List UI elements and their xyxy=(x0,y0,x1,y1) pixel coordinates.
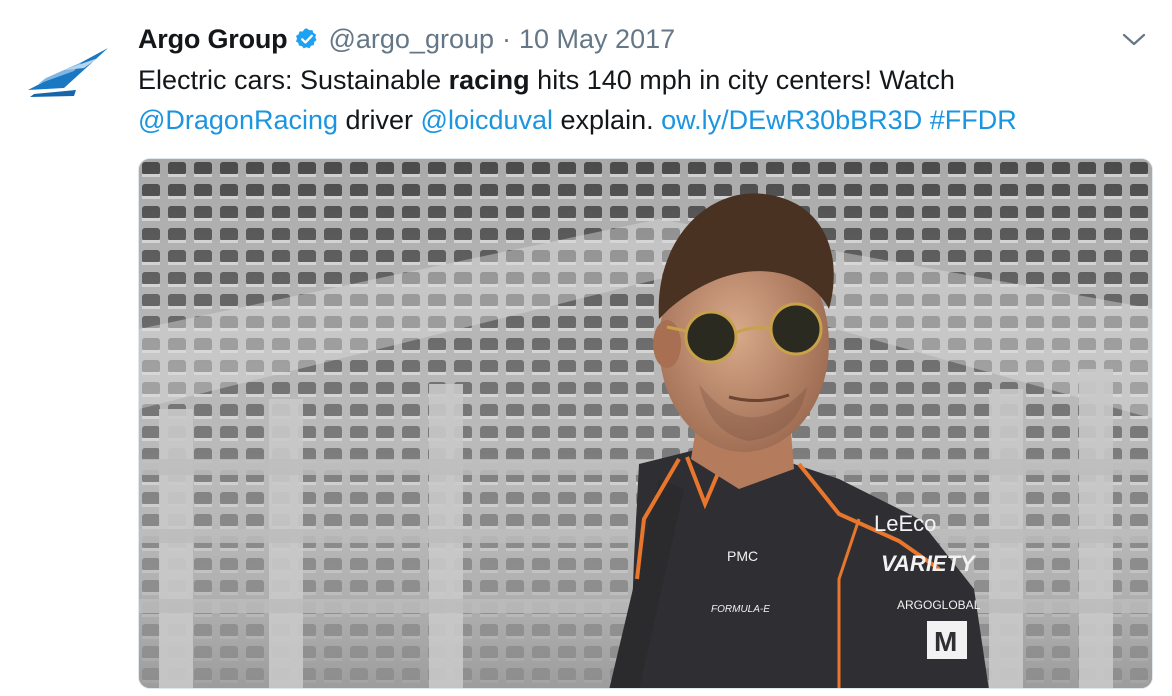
verified-badge-icon xyxy=(295,27,319,51)
text-segment: hits 140 mph in city centers! Watch xyxy=(529,65,955,95)
argo-logo-icon[interactable] xyxy=(24,44,110,100)
tweet-header: Argo Group @argo_group · 10 May 2017 xyxy=(138,22,675,56)
text-segment xyxy=(922,105,930,135)
tweet-timestamp[interactable]: 10 May 2017 xyxy=(519,24,675,55)
text-segment: driver xyxy=(338,105,421,135)
author-handle[interactable]: @argo_group xyxy=(328,24,494,55)
mention-loicduval[interactable]: @loicduval xyxy=(421,105,553,135)
chevron-down-icon[interactable] xyxy=(1118,27,1150,53)
header-separator: · xyxy=(502,23,512,54)
tweet-text-line-1: Electric cars: Sustainable racing hits 1… xyxy=(138,60,1148,100)
tweet-text-line-2: @DragonRacing driver @loicduval explain.… xyxy=(138,100,1148,140)
text-segment: explain. xyxy=(553,105,662,135)
author-name[interactable]: Argo Group xyxy=(138,24,288,55)
mention-dragonracing[interactable]: @DragonRacing xyxy=(138,105,338,135)
tweet-text: Electric cars: Sustainable racing hits 1… xyxy=(138,60,1148,140)
text-bold-segment: racing xyxy=(448,65,530,95)
shirt-logo-pmc: PMC xyxy=(727,548,758,564)
text-segment: Electric cars: Sustainable xyxy=(138,65,449,95)
shirt-logo-variety: VARIETY xyxy=(881,551,977,576)
shirt-logo-argoglobal: ARGOGLOBAL xyxy=(897,598,981,612)
shirt-logo-formula-e: FORMULA-E xyxy=(711,604,770,615)
tweet-card: Argo Group @argo_group · 10 May 2017 Ele… xyxy=(0,0,1172,696)
tweet-url-link[interactable]: ow.ly/DEwR30bBR3D xyxy=(661,105,922,135)
shirt-logo-leeco: LeEco xyxy=(874,511,936,536)
shirt-logo-m: M xyxy=(934,626,957,657)
hashtag-ffdr[interactable]: #FFDR xyxy=(930,105,1017,135)
tweet-media-photo[interactable]: LeEco VARIETY ARGOGLOBAL M PMC FORMULA-E xyxy=(138,158,1153,689)
